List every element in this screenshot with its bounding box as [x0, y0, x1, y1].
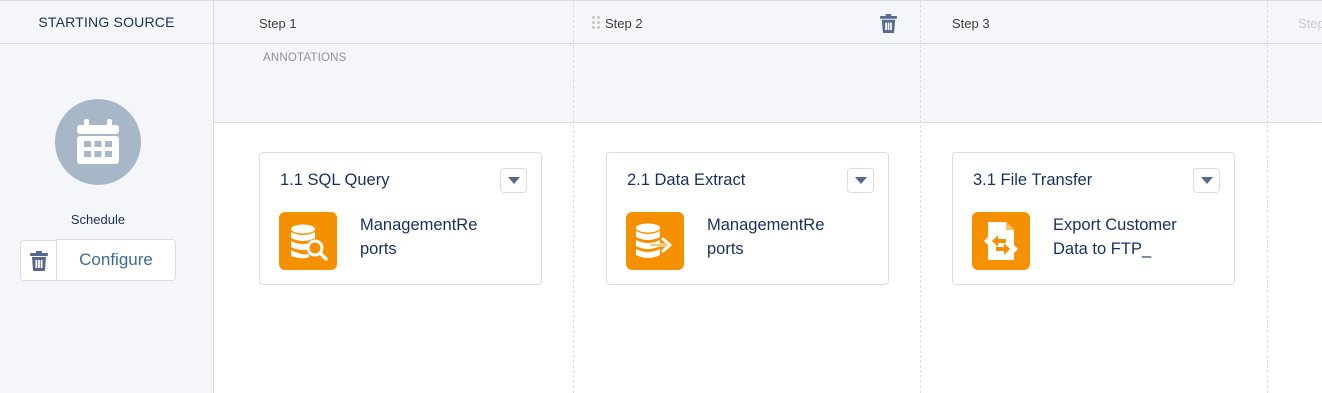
- chevron-down-icon: [1200, 176, 1213, 184]
- step-divider: [573, 0, 574, 393]
- activity-name: ManagementRe ports: [707, 216, 825, 258]
- annotations-row: ANNOTATIONS: [214, 44, 1322, 123]
- activity-menu-button[interactable]: [1193, 168, 1220, 193]
- step-2-title[interactable]: Step 2: [605, 16, 643, 31]
- activity-card-sql-query[interactable]: 1.1 SQL Query ManagementRe ports: [259, 152, 542, 285]
- trash-icon: [879, 13, 897, 33]
- steps-header-row: Step 1 Step 2 Step 3 Step: [214, 0, 1322, 44]
- step-divider: [920, 0, 921, 393]
- schedule-label: Schedule: [70, 212, 126, 227]
- data-extract-icon: [626, 212, 684, 270]
- activity-title: 1.1 SQL Query: [280, 171, 390, 189]
- activity-menu-button[interactable]: [847, 168, 874, 193]
- activity-card-data-extract[interactable]: 2.1 Data Extract ManagementRe ports: [606, 152, 889, 285]
- activity-menu-button[interactable]: [500, 168, 527, 193]
- step-1-title[interactable]: Step 1: [259, 16, 297, 31]
- starting-source-header: STARTING SOURCE: [0, 0, 213, 44]
- trash-icon: [29, 250, 48, 271]
- chevron-down-icon: [507, 176, 520, 184]
- activity-title: 3.1 File Transfer: [973, 171, 1093, 189]
- step-divider: [1267, 0, 1268, 393]
- calendar-icon: [77, 119, 119, 164]
- annotations-label: ANNOTATIONS: [263, 52, 347, 64]
- activity-name: Export Customer Data to FTP_: [1053, 216, 1177, 258]
- activity-title: 2.1 Data Extract: [627, 171, 746, 189]
- activity-card-file-transfer[interactable]: 3.1 File Transfer Export Customer Data t…: [952, 152, 1235, 285]
- step-4-title[interactable]: Step: [1298, 16, 1322, 31]
- activity-name: ManagementRe ports: [360, 216, 478, 258]
- configure-button[interactable]: Configure: [56, 239, 176, 281]
- file-transfer-icon: [972, 212, 1030, 270]
- delete-step-2-button[interactable]: [879, 13, 897, 33]
- sql-query-icon: [279, 212, 337, 270]
- starting-source-panel: STARTING SOURCE Schedule Configure: [0, 0, 214, 393]
- delete-source-button[interactable]: [20, 240, 57, 281]
- step-3-title[interactable]: Step 3: [952, 16, 990, 31]
- schedule-source-button[interactable]: [55, 99, 141, 185]
- chevron-down-icon: [854, 176, 867, 184]
- step-2-drag-handle[interactable]: [592, 16, 600, 29]
